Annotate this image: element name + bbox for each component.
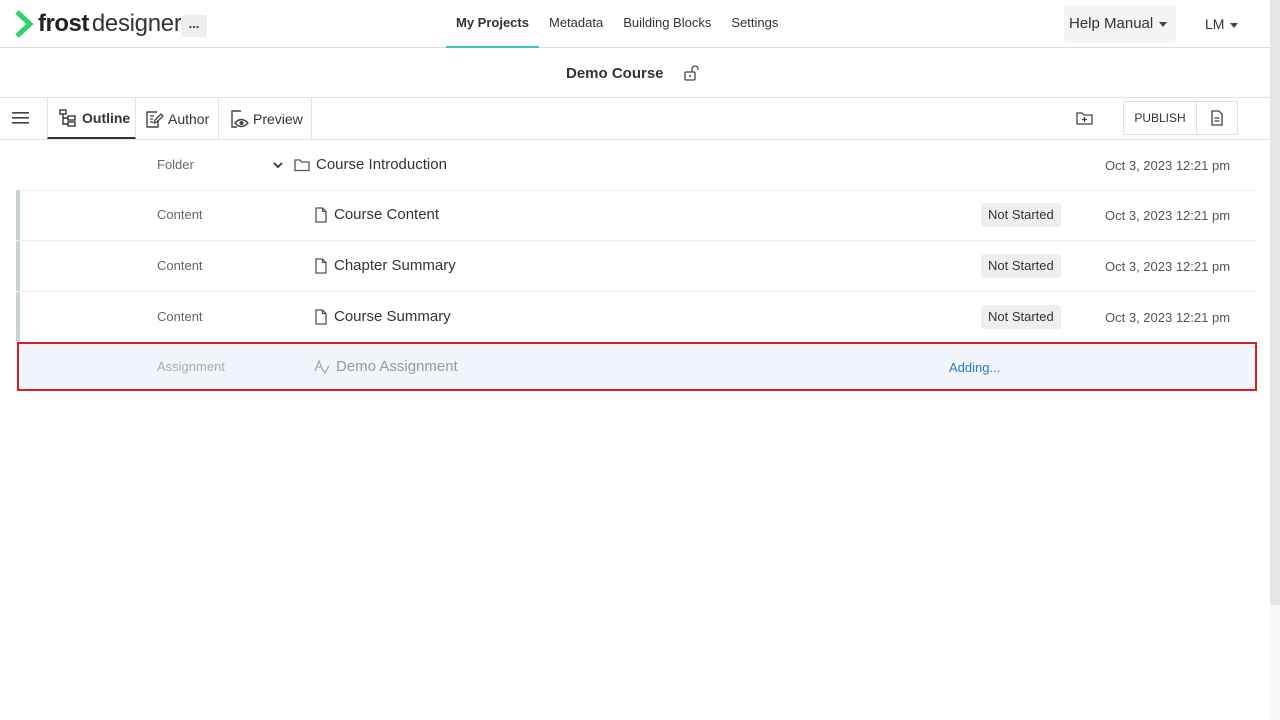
outline-row-folder[interactable]: Folder Course Introduction Oct 3, 2023 1… [17,140,1257,191]
outline-row-assignment-adding[interactable]: Assignment Demo Assignment Adding... [17,342,1257,391]
file-icon [315,257,327,274]
outline-tree-icon [59,108,76,127]
document-options-button[interactable] [1196,101,1238,135]
item-type: Content [157,258,203,273]
user-menu-dropdown[interactable]: LM [1205,16,1239,32]
status-badge: Not Started [981,305,1061,329]
tab-preview-label: Preview [253,110,303,127]
item-name[interactable]: Chapter Summary [314,257,456,274]
item-name: Demo Assignment [314,358,458,375]
frost-designer-logo[interactable]: frost designer [14,8,182,40]
item-date: Oct 3, 2023 12:21 pm [1105,208,1231,223]
brand-name-bold: frost [38,10,89,37]
hamburger-menu-icon[interactable] [12,111,29,125]
item-name[interactable]: Course Summary [314,308,451,325]
assignment-icon [314,358,330,374]
help-manual-label: Help Manual [1069,15,1154,32]
top-navbar: frost designer ... My Projects Metadata … [0,0,1270,48]
item-type: Content [157,207,203,222]
item-name-label: Course Introduction [316,156,447,173]
item-name-label: Chapter Summary [334,257,456,274]
help-manual-dropdown[interactable]: Help Manual [1064,5,1176,43]
status-badge: Not Started [981,203,1061,227]
item-name-label: Course Content [334,206,440,223]
more-options-button[interactable]: ... [181,15,207,37]
tab-outline-label: Outline [82,109,131,126]
nav-metadata[interactable]: Metadata [539,0,613,48]
item-name[interactable]: Course Content [314,206,439,223]
frost-logo-icon [15,10,34,38]
add-folder-icon[interactable] [1076,111,1093,126]
file-icon [315,206,327,223]
status-badge: Not Started [981,254,1061,278]
tab-author-label: Author [168,110,210,127]
brand-name-light: designer [91,10,182,37]
main-nav: My Projects Metadata Building Blocks Set… [446,0,788,48]
file-icon [315,308,327,325]
publish-button[interactable]: PUBLISH [1123,101,1197,135]
outline-row-content[interactable]: Content Course Content Not Started Oct 3… [16,190,1257,241]
item-name-label: Demo Assignment [336,358,458,375]
item-name-label: Course Summary [334,308,451,325]
document-icon [1211,110,1223,126]
folder-icon [294,158,310,171]
course-title-bar: Demo Course [0,48,1270,98]
tab-outline[interactable]: Outline [47,98,136,139]
vertical-scrollbar[interactable] [1270,0,1280,605]
adding-status: Adding... [949,360,1001,375]
edit-document-icon [146,110,164,128]
nav-my-projects[interactable]: My Projects [446,0,539,48]
item-type: Assignment [157,359,225,374]
preview-eye-icon [231,109,249,128]
outline-row-content[interactable]: Content Course Summary Not Started Oct 3… [16,292,1257,343]
item-name[interactable]: Course Introduction [272,156,447,173]
chevron-down-icon [1159,21,1168,27]
unlock-icon[interactable] [683,65,699,81]
item-date: Oct 3, 2023 12:21 pm [1105,259,1231,274]
item-type: Folder [157,157,194,172]
scrollbar-track[interactable] [1270,605,1280,720]
outline-row-content[interactable]: Content Chapter Summary Not Started Oct … [16,241,1257,292]
course-title: Demo Course [566,65,664,82]
user-initials: LM [1205,16,1225,32]
editor-toolbar: Outline Author Preview PUBLISH [0,98,1270,140]
item-date: Oct 3, 2023 12:21 pm [1105,158,1231,173]
item-type: Content [157,309,203,324]
tab-preview[interactable]: Preview [219,98,312,139]
item-date: Oct 3, 2023 12:21 pm [1105,310,1231,325]
nav-settings[interactable]: Settings [721,0,788,48]
chevron-down-icon [1230,22,1239,28]
tab-author[interactable]: Author [136,98,219,139]
nav-building-blocks[interactable]: Building Blocks [613,0,721,48]
chevron-down-icon[interactable] [272,159,284,171]
